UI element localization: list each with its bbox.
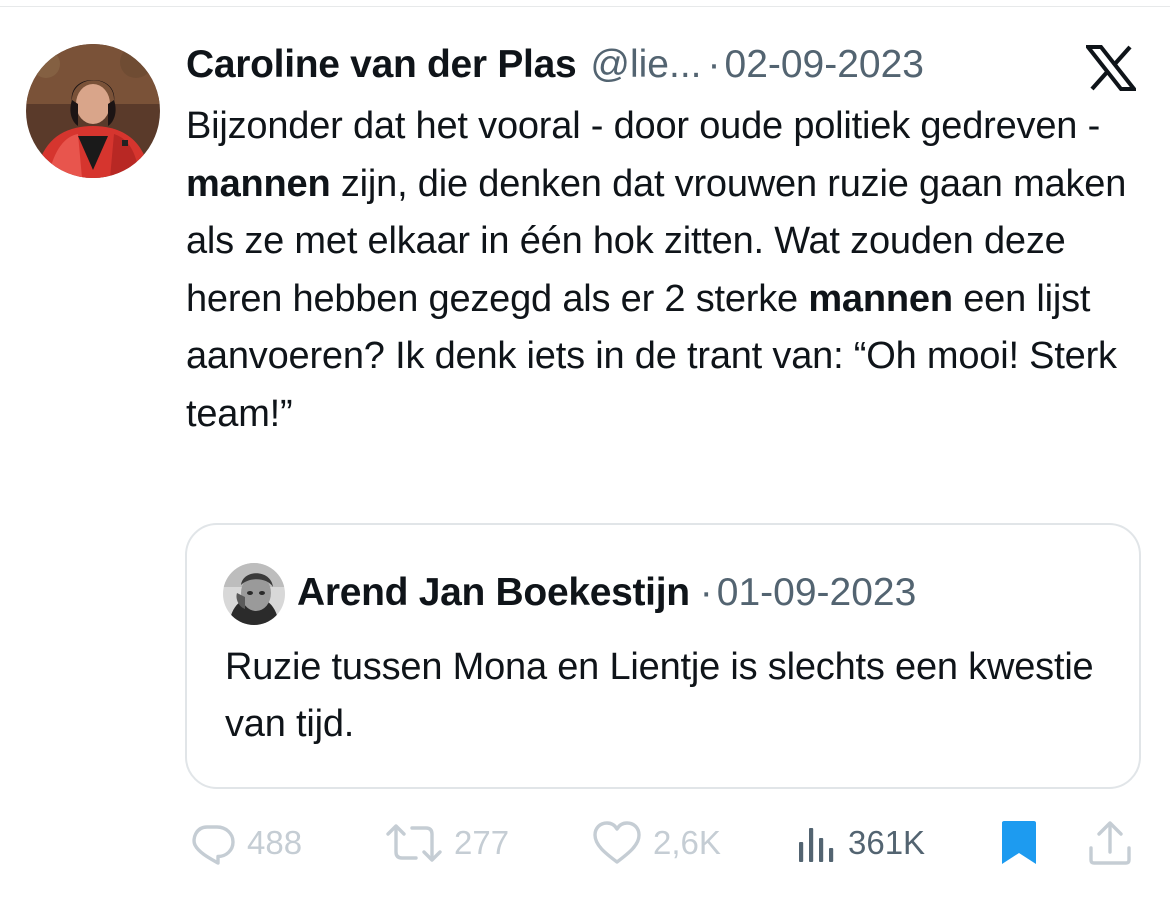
quoted-author-avatar[interactable]	[223, 563, 285, 625]
reply-count: 488	[247, 824, 303, 861]
views-count: 361K	[848, 824, 926, 861]
speech-bubble-icon	[192, 825, 235, 865]
x-logo-icon[interactable]	[1083, 45, 1139, 91]
bookmark-icon	[1002, 821, 1036, 864]
tweet-header: Caroline van der Plas @lie... · 02-09-20…	[186, 40, 924, 90]
quoted-tweet-card[interactable]: Arend Jan Boekestijn · 01-09-2023 Ruzie tu…	[185, 523, 1141, 789]
bookmark-button[interactable]	[996, 815, 1042, 871]
views-button[interactable]: 361K	[796, 815, 925, 871]
quoted-tweet-text: Ruzie tussen Mona en Lientje is slechts …	[225, 646, 1094, 745]
quoted-tweet-date[interactable]: 01-09-2023	[717, 571, 917, 614]
quoted-header-separator: ·	[699, 571, 713, 614]
quoted-tweet-header: Arend Jan Boekestijn · 01-09-2023	[297, 567, 916, 619]
tweet-text-bold-1: mannen	[186, 162, 331, 205]
reply-button[interactable]: 488	[187, 815, 302, 871]
like-count: 2,6K	[653, 824, 721, 861]
tweet-text-bold-2: mannen	[808, 277, 953, 320]
like-button[interactable]: 2,6K	[591, 815, 721, 871]
author-avatar[interactable]	[26, 44, 160, 178]
quoted-author-name[interactable]: Arend Jan Boekestijn	[297, 571, 690, 614]
author-handle[interactable]: @lie...	[590, 40, 701, 90]
quoted-author-avatar-image	[223, 563, 285, 625]
tweet-text: Bijzonder dat het vooral - door oude pol…	[186, 98, 1146, 443]
bar-chart-icon	[799, 828, 834, 862]
author-avatar-image	[26, 44, 160, 178]
tweet-date[interactable]: 02-09-2023	[725, 40, 925, 90]
author-name[interactable]: Caroline van der Plas	[186, 40, 577, 90]
header-separator: ·	[707, 43, 721, 86]
retweet-count: 277	[454, 824, 510, 861]
retweet-button[interactable]: 277	[384, 815, 509, 871]
top-divider	[0, 6, 1170, 7]
share-button[interactable]	[1086, 815, 1134, 871]
share-upload-icon	[1089, 821, 1131, 865]
heart-icon	[593, 821, 641, 864]
tweet-text-part-1: Bijzonder dat het vooral - door oude pol…	[186, 105, 1101, 147]
retweet-arrows-icon	[386, 824, 442, 862]
action-bar: 488 277 2,6K 361K	[0, 815, 1170, 871]
